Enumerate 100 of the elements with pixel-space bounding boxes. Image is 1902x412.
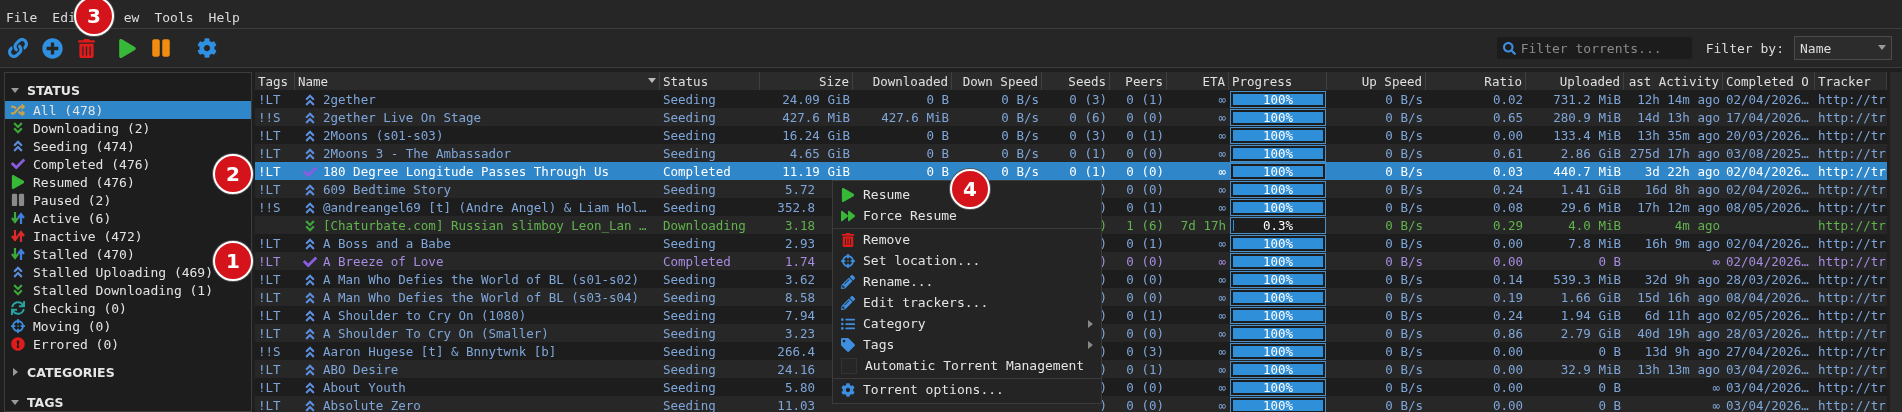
section-title[interactable]: TAGS [27,394,64,410]
add-button[interactable] [40,35,65,61]
menu-item[interactable]: Torrent options... [863,382,1004,397]
chevrons-up-icon [303,272,317,287]
filter-item[interactable]: Paused (2) [5,191,116,209]
torrent-name: 2Moons 3 - The Ambassador [323,146,512,161]
menu-item[interactable]: Rename... [863,274,934,289]
table-cell: 0 (3) [1069,128,1107,143]
filter-item[interactable]: Inactive (472) [5,227,147,245]
menu-item[interactable]: File [6,3,38,25]
section-title[interactable]: STATUS [27,82,80,98]
pause-button[interactable] [149,36,173,60]
menu-item[interactable]: Remove [863,232,910,247]
table-cell: 0 (0) [1126,398,1164,412]
chevrons-up-icon [303,182,317,197]
caret-icon[interactable] [11,368,19,376]
torrent-name: A Shoulder To Cry On (Smaller) [323,326,549,341]
menu-item[interactable]: Automatic Torrent Management [865,358,1085,373]
table-cell: 0 (0) [1126,254,1164,269]
table-cell: ∞ [1218,362,1226,377]
torrent-name: A Man Who Defies the World of BL (s01-s02) [323,272,640,287]
chevrons-down-icon [11,121,25,135]
tag-icon [841,337,855,352]
menu-item[interactable]: Tags [863,337,895,352]
table-cell: 0 B/s [1385,272,1423,287]
play-icon [11,175,25,189]
chevrons-down-icon [303,218,317,233]
table-cell: ∞ [1218,146,1226,161]
table-cell: Seeding [663,326,716,341]
filter-item[interactable]: Checking (0) [5,299,131,317]
table-cell: 7.94 [784,308,815,323]
progress-text: 100% [1262,326,1294,341]
section-title[interactable]: CATEGORIES [27,364,115,380]
progress-text: 100% [1262,164,1294,179]
table-cell: 0.00 [1492,362,1523,377]
table-cell: http://tr [1818,164,1886,179]
table-cell: 0 B/s [1001,128,1039,143]
torrent-name: Absolute Zero [323,398,421,412]
table-cell: 0 B [926,92,949,107]
menu-item[interactable]: Edit trackers... [863,295,989,310]
table-cell: 16d 8h ago [1644,182,1720,197]
table-cell: 427.6 MiB [881,110,949,125]
table-cell: 0 B [1598,254,1621,269]
refresh-icon [11,301,25,315]
filter-item[interactable]: Errored (0) [5,335,124,353]
caret-icon[interactable] [11,398,19,406]
table-cell: 0 B/s [1001,164,1039,179]
filter-item[interactable]: Moving (0) [5,317,116,335]
crosshair-icon [841,253,855,268]
table-cell: 11.19 GiB [782,164,850,179]
menu-item[interactable]: Resume [863,187,910,202]
table-cell: !LT [258,308,281,323]
menu-item[interactable]: Tools [154,3,194,25]
menu-item[interactable]: Set location... [863,253,981,268]
caret-icon[interactable] [11,86,19,94]
table-cell: 275d 17h ago [1629,146,1720,161]
chevrons-up-icon [303,326,317,341]
table-cell: 02/04/2026… [1726,254,1809,269]
search-field[interactable]: Filter torrents... [1496,37,1692,59]
table-cell: 0 B/s [1385,146,1423,161]
settings-button[interactable] [195,36,219,60]
table-cell: 4m ago [1674,218,1720,233]
progress-text: 100% [1262,128,1294,143]
table-cell: Seeding [663,92,716,107]
progress-text: 100% [1262,146,1294,161]
menu-item[interactable]: Edi [52,3,76,25]
table-cell: 133.4 MiB [1553,128,1621,143]
table-cell: http://tr [1818,200,1886,215]
table-cell: 03/04/2026… [1726,380,1809,395]
filter-dropdown[interactable]: Name [1794,36,1892,60]
table-cell: 24.09 GiB [782,92,850,107]
table-cell: 0 (0) [1126,326,1164,341]
resume-button[interactable] [116,36,139,60]
link-button[interactable] [6,36,30,60]
play-icon [841,187,855,202]
table-cell: 4.0 MiB [1568,218,1621,233]
table-cell: !LT [258,398,281,412]
filter-item[interactable]: Active (6) [5,209,116,227]
table-cell: 0 (1) [1126,236,1164,251]
table-cell: Seeding [663,290,716,305]
filter-item[interactable]: Downloading (2) [5,119,155,137]
filter-item[interactable]: Stalled Downloading (1) [5,281,217,299]
menu-item[interactable]: Force Resume [863,208,957,223]
menu-item[interactable]: Category [863,316,926,331]
add-icon [42,37,63,59]
filter-item[interactable]: Completed (476) [5,155,155,173]
table-cell: http://tr [1818,272,1886,287]
table-cell: 32d 9h ago [1644,272,1720,287]
table-cell: 0 (0) [1126,110,1164,125]
menu-item[interactable]: ew [123,3,140,25]
filter-item[interactable]: Seeding (474) [5,137,139,155]
table-cell: 17h 12m ago [1637,200,1720,215]
filter-item[interactable]: Stalled (470) [5,245,139,263]
filter-item[interactable]: Resumed (476) [5,173,139,191]
torrent-name: A Breeze of Love [323,254,444,269]
table-cell: 0 (1) [1126,200,1164,215]
delete-button[interactable] [75,36,98,60]
menu-item[interactable]: Help [208,3,240,25]
fast-forward-icon [841,208,855,223]
table-cell: 0 (1) [1069,164,1107,179]
